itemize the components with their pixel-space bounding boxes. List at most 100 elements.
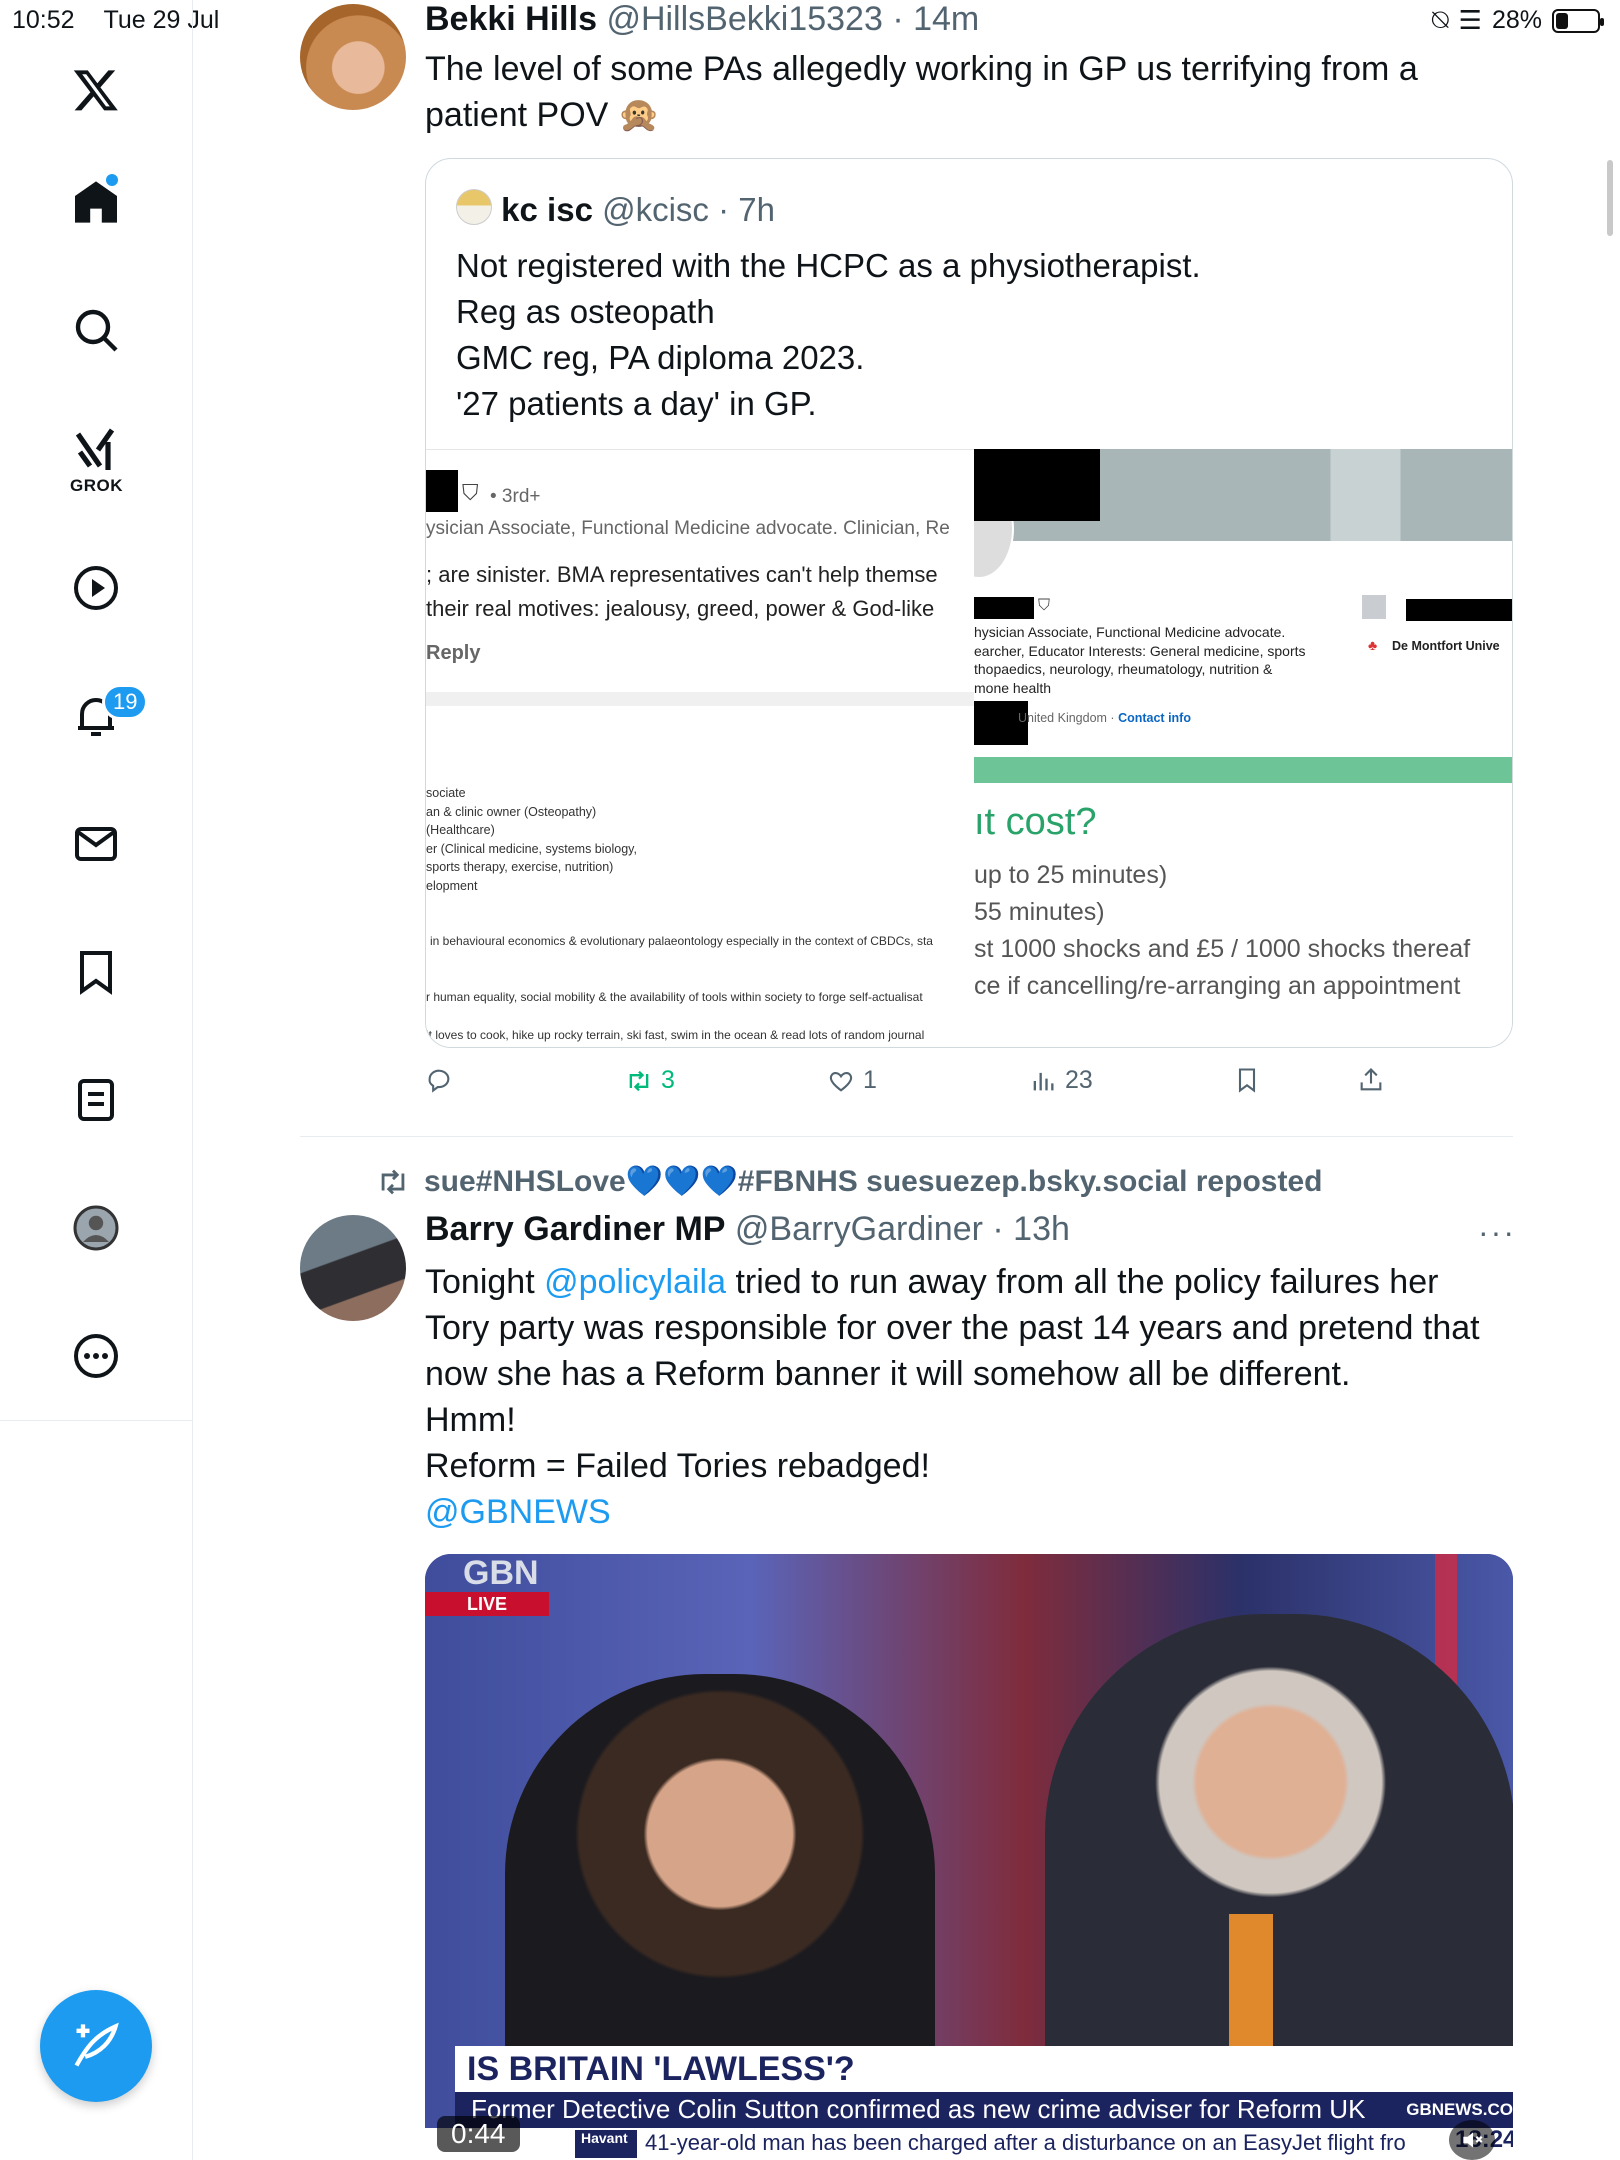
bookmark-icon bbox=[1238, 1068, 1256, 1093]
profile-location-row: United Kingdom · Contact info bbox=[1018, 711, 1191, 725]
home-unread-dot bbox=[106, 174, 118, 186]
reply-icon bbox=[428, 1069, 450, 1093]
mention-link[interactable]: @policylaila bbox=[544, 1263, 726, 1301]
search-icon bbox=[75, 309, 118, 352]
video-player[interactable]: GBN LIVE IS BRITAIN 'LAWLESS'? Former De… bbox=[425, 1554, 1513, 2160]
about-line: er (Clinical medicine, systems biology, bbox=[426, 841, 637, 856]
tweet2-text: Tonight @policylaila tried to run away f… bbox=[425, 1259, 1480, 1535]
share-icon bbox=[1360, 1068, 1382, 1091]
reposted-by-text: sue#NHSLove💙💙💙#FBNHS suesuezep.bsky.soci… bbox=[424, 1165, 1323, 1198]
x-logo-icon[interactable] bbox=[66, 60, 126, 120]
university-logo: ♣ bbox=[1368, 637, 1378, 653]
redaction-box bbox=[974, 449, 1100, 521]
quote-text-line: Reg as osteopath bbox=[456, 293, 715, 330]
about-line: sociate bbox=[426, 786, 466, 800]
bookmark-icon bbox=[80, 951, 112, 995]
sidebar-item-bookmarks[interactable] bbox=[66, 942, 126, 1002]
status-bar-right: ⍉ ☰ 28% bbox=[1432, 4, 1604, 37]
text-fragment: Tonight bbox=[425, 1263, 545, 1301]
tweet2-header: Barry Gardiner MP @BarryGardiner · 13h bbox=[425, 1210, 1070, 1249]
linkedin-about: sociate an & clinic owner (Osteopathy) (… bbox=[426, 784, 637, 895]
profile-line: thopaedics, neurology, rheumatology, nut… bbox=[974, 661, 1273, 677]
tweet2-text-line: Hmm! bbox=[425, 1401, 516, 1439]
list-status-icon: ☰ bbox=[1458, 5, 1482, 35]
retweet-count: 3 bbox=[661, 1066, 675, 1094]
quote-author-handle: @kcisc bbox=[602, 191, 709, 228]
views-count: 23 bbox=[1065, 1066, 1093, 1094]
quote-image-right[interactable]: ⛉ hysician Associate, Functional Medicin… bbox=[974, 449, 1512, 1047]
tweet1-author-handle[interactable]: @HillsBekki15323 bbox=[606, 0, 882, 38]
sidebar-divider bbox=[0, 1420, 193, 1421]
sidebar-item-grok[interactable] bbox=[66, 420, 126, 480]
scrollbar[interactable] bbox=[1607, 160, 1613, 236]
tweet1-text-line: The level of some PAs allegedly working … bbox=[425, 50, 1418, 88]
quote-time: · 7h bbox=[718, 191, 775, 228]
tweet2-author-name[interactable]: Barry Gardiner MP bbox=[425, 1210, 725, 1248]
sidebar-item-messages[interactable] bbox=[66, 814, 126, 874]
price-line: 55 minutes) bbox=[974, 898, 1105, 926]
about-line: an & clinic owner (Osteopathy) bbox=[426, 804, 597, 819]
quoted-tweet[interactable]: kc isc @kcisc · 7h Not registered with t… bbox=[425, 158, 1513, 1048]
share-button[interactable] bbox=[1357, 1066, 1385, 1094]
tweet-divider bbox=[300, 1136, 1513, 1137]
sidebar-item-lists[interactable] bbox=[66, 1070, 126, 1130]
redaction-box bbox=[426, 470, 458, 512]
views-button[interactable]: 23 bbox=[1029, 1066, 1093, 1095]
quote-image-left[interactable]: ⛉ • 3rd+ ysician Associate, Functional M… bbox=[426, 449, 974, 1047]
tweet1-actions: 3 1 23 bbox=[425, 1066, 1525, 1106]
headline-bar: IS BRITAIN 'LAWLESS'? bbox=[455, 2046, 1513, 2092]
shield-icon: ⛉ bbox=[1038, 597, 1051, 614]
subheadline-text: Former Detective Colin Sutton confirmed … bbox=[471, 2094, 1366, 2124]
profile-icon bbox=[73, 1205, 119, 1251]
text-fragment: tried to run away from all the policy fa… bbox=[726, 1263, 1439, 1301]
retweet-icon bbox=[381, 1169, 405, 1194]
ticker-place: Havant bbox=[575, 2130, 637, 2158]
avatar-bekki-hills[interactable] bbox=[300, 4, 406, 110]
mail-icon bbox=[75, 827, 117, 861]
reply-button[interactable] bbox=[425, 1066, 453, 1094]
battery-percent: 28% bbox=[1491, 6, 1542, 34]
grok-label: GROK bbox=[70, 476, 123, 495]
retweet-button[interactable]: 3 bbox=[625, 1066, 675, 1095]
tweet1-author-name[interactable]: Bekki Hills bbox=[425, 0, 597, 38]
contact-info-link: Contact info bbox=[1118, 711, 1191, 725]
retweet-icon bbox=[629, 1070, 649, 1091]
like-button[interactable]: 1 bbox=[827, 1066, 877, 1095]
live-badge: LIVE bbox=[425, 1592, 549, 1616]
subheadline-bar: Former Detective Colin Sutton confirmed … bbox=[455, 2092, 1513, 2128]
sidebar-item-profile[interactable] bbox=[66, 1198, 126, 1258]
site-label: GBNEWS.CO bbox=[1406, 2100, 1513, 2119]
profile-line: earcher, Educator Interests: General med… bbox=[974, 642, 1306, 659]
ticker-bar: Havant 41-year-old man has been charged … bbox=[425, 2128, 1513, 2160]
compose-post-button[interactable] bbox=[40, 1990, 152, 2102]
sidebar-item-more[interactable] bbox=[66, 1326, 126, 1386]
quote-avatar bbox=[456, 189, 492, 225]
avatar-barry-gardiner[interactable] bbox=[300, 1215, 406, 1321]
list-icon bbox=[78, 1079, 114, 1121]
linkedin-headline: ysician Associate, Functional Medicine a… bbox=[426, 518, 950, 539]
tweet2-author-handle[interactable]: @BarryGardiner bbox=[735, 1210, 983, 1248]
sidebar: GROK 19 bbox=[0, 0, 193, 2160]
heart-icon bbox=[829, 1071, 853, 1092]
tweet2-more-button[interactable]: ··· bbox=[1478, 1214, 1516, 1251]
price-line: up to 25 minutes) bbox=[974, 861, 1168, 889]
gbn-logo: GBN LIVE bbox=[425, 1554, 549, 1622]
bookmark-button[interactable] bbox=[1233, 1066, 1261, 1094]
sidebar-item-video[interactable] bbox=[66, 558, 126, 618]
sidebar-item-search[interactable] bbox=[66, 300, 126, 360]
company-logo bbox=[1362, 595, 1386, 619]
tweet1-time: · 14m bbox=[892, 0, 980, 38]
headline-text: IS BRITAIN 'LAWLESS'? bbox=[467, 2050, 855, 2088]
tweet2-text-line: now she has a Reform banner it will some… bbox=[425, 1355, 1351, 1393]
play-icon bbox=[74, 566, 118, 610]
green-bar bbox=[974, 757, 1512, 783]
about-line: (Healthcare) bbox=[426, 823, 495, 837]
interest-line: in behavioural economics & evolutionary … bbox=[430, 934, 933, 948]
mute-button[interactable] bbox=[1449, 2120, 1495, 2160]
gbnews-mention-link[interactable]: @GBNEWS bbox=[425, 1489, 1480, 1535]
location-text: United Kingdom · bbox=[1018, 711, 1115, 725]
views-icon bbox=[1033, 1072, 1054, 1090]
repost-indicator[interactable]: sue#NHSLove💙💙💙#FBNHS suesuezep.bsky.soci… bbox=[376, 1164, 1322, 1199]
more-icon bbox=[74, 1334, 118, 1378]
price-line: st 1000 shocks and £5 / 1000 shocks ther… bbox=[974, 935, 1471, 963]
